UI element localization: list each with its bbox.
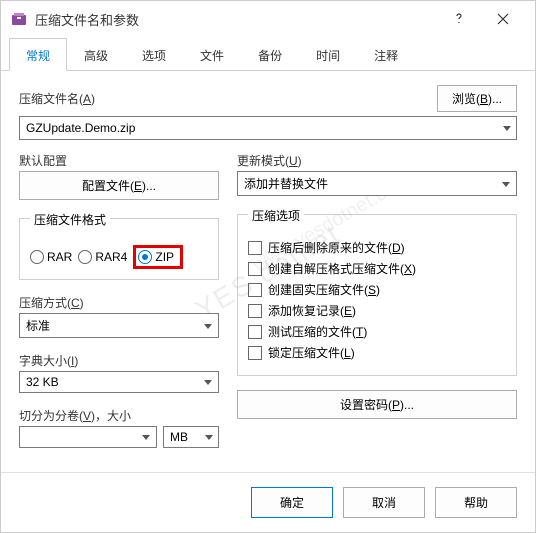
app-icon [11,11,27,27]
dict-label: 字典大小(I) [19,352,219,369]
option-test[interactable]: 测试压缩的文件(T) [248,323,506,340]
browse-button[interactable]: 浏览(B)... [437,85,517,112]
method-label: 压缩方式(C) [19,294,219,311]
format-zip[interactable]: ZIP [133,245,183,269]
dict-select[interactable]: 32 KB [19,371,219,393]
close-button[interactable] [481,4,525,34]
format-rar[interactable]: RAR [30,250,72,264]
config-files-button[interactable]: 配置文件(E)... [19,171,219,200]
option-delete-after[interactable]: 压缩后删除原来的文件(D) [248,239,506,256]
tab-comment[interactable]: 注释 [357,38,415,71]
format-rar4[interactable]: RAR4 [78,250,127,264]
archive-name-input[interactable] [19,116,517,140]
set-password-button[interactable]: 设置密码(P)... [237,390,517,419]
format-label: 压缩文件格式 [30,211,110,228]
update-mode-select[interactable]: 添加并替换文件 [237,171,517,196]
tab-options[interactable]: 选项 [125,38,183,71]
option-sfx[interactable]: 创建自解压格式压缩文件(X) [248,260,506,277]
volume-label: 切分为分卷(V)，大小 [19,407,219,424]
ok-button[interactable]: 确定 [251,487,333,518]
tab-time[interactable]: 时间 [299,38,357,71]
option-recovery[interactable]: 添加恢复记录(E) [248,302,506,319]
help-button[interactable] [437,4,481,34]
help-button-footer[interactable]: 帮助 [435,487,517,518]
method-select[interactable]: 标准 [19,313,219,338]
volume-size-input[interactable] [19,426,157,448]
tab-backup[interactable]: 备份 [241,38,299,71]
tab-general[interactable]: 常规 [9,38,67,71]
option-lock[interactable]: 锁定压缩文件(L) [248,344,506,361]
cancel-button[interactable]: 取消 [343,487,425,518]
volume-unit-select[interactable]: MB [163,426,219,448]
tab-files[interactable]: 文件 [183,38,241,71]
update-mode-label: 更新模式(U) [237,152,517,169]
tab-advanced[interactable]: 高级 [67,38,125,71]
option-solid[interactable]: 创建固实压缩文件(S) [248,281,506,298]
window-title: 压缩文件名和参数 [35,10,437,29]
archive-name-label: 压缩文件名(A) [19,90,95,107]
options-label: 压缩选项 [248,207,304,224]
tab-bar: 常规 高级 选项 文件 备份 时间 注释 [1,37,535,71]
default-config-label: 默认配置 [19,152,219,169]
